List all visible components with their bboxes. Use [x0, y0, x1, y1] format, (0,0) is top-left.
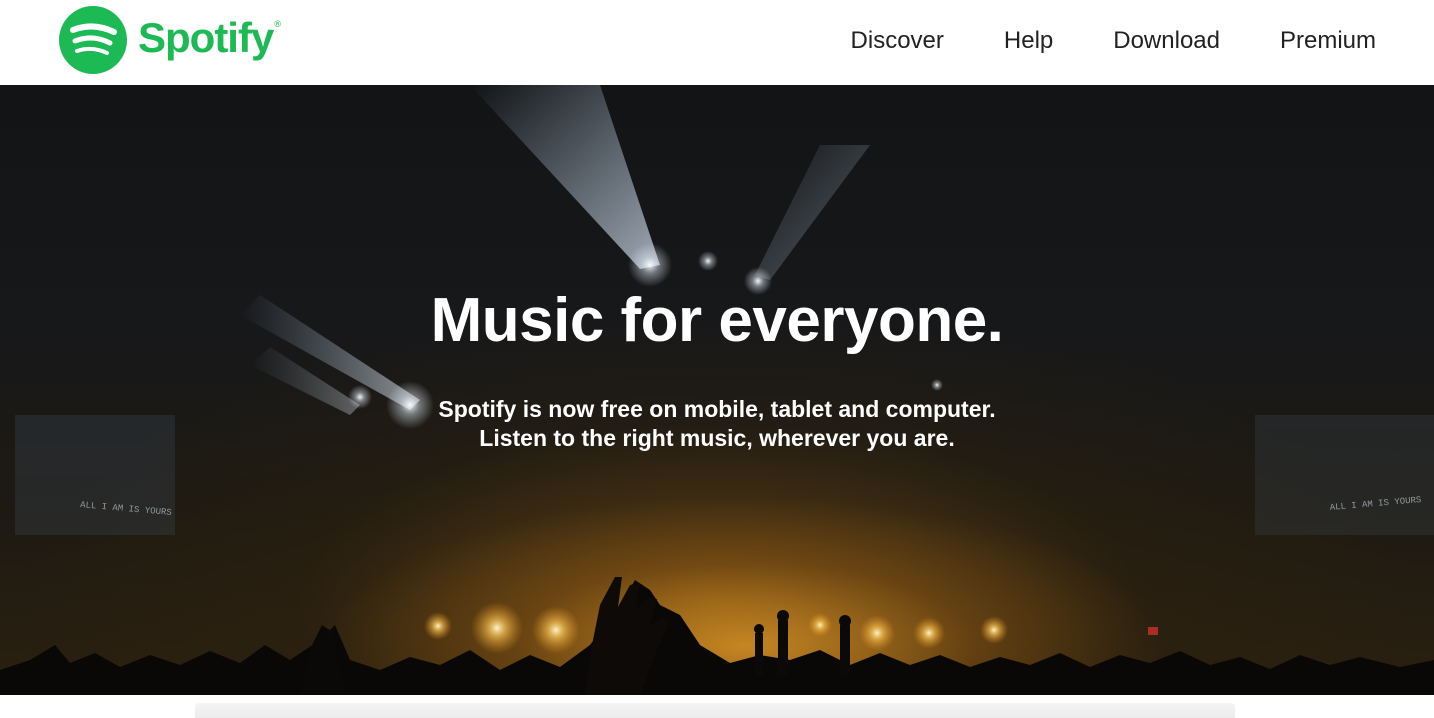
registered-mark: ®	[274, 19, 281, 29]
hero-subtitle-line1: Spotify is now free on mobile, tablet an…	[438, 396, 996, 422]
hero-section: ALL I AM IS YOURS ALL I AM IS YOURS Musi	[0, 85, 1434, 695]
hero-subtitle: Spotify is now free on mobile, tablet an…	[0, 395, 1434, 453]
hero-subtitle-line2: Listen to the right music, wherever you …	[479, 425, 955, 451]
content-card-edge	[195, 703, 1235, 718]
brand-wordmark: Spotify	[138, 14, 274, 61]
hero-title: Music for everyone.	[430, 286, 1004, 355]
nav-discover[interactable]: Discover	[851, 27, 944, 55]
spotify-logo-icon	[59, 6, 127, 74]
nav-help[interactable]: Help	[1004, 27, 1053, 55]
site-header: Spotify ® Discover Help Download Premium	[0, 0, 1434, 85]
nav-premium[interactable]: Premium	[1280, 27, 1376, 55]
main-nav: Discover Help Download Premium	[851, 0, 1376, 82]
nav-download[interactable]: Download	[1113, 27, 1220, 55]
hero-content: Music for everyone. Spotify is now free …	[0, 285, 1434, 453]
spotify-logo-link[interactable]: Spotify ®	[58, 5, 281, 75]
